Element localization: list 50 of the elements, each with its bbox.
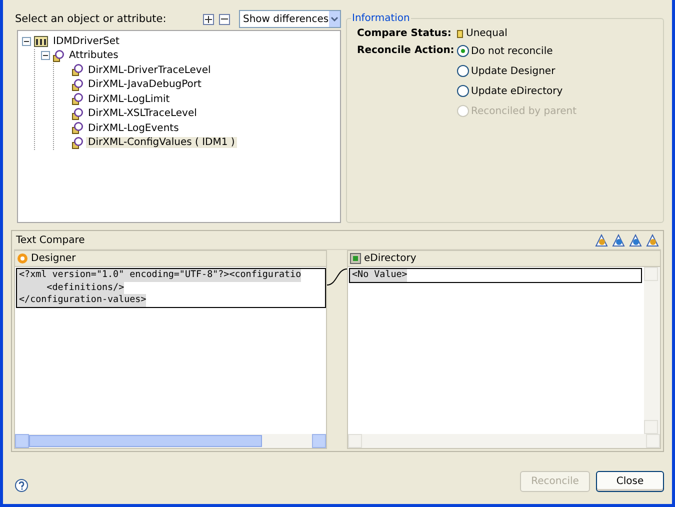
pane-title: eDirectory — [364, 253, 416, 264]
collapse-icon[interactable] — [22, 36, 31, 46]
panel-title: Text Compare — [15, 234, 86, 246]
radio-button[interactable] — [457, 45, 469, 57]
tree-item[interactable]: DirXML-DriverTraceLevel — [86, 64, 213, 76]
tree-item[interactable]: DirXML-JavaDebugPort — [86, 79, 204, 90]
radio-label: Do not reconcile — [471, 46, 553, 56]
horizontal-scrollbar[interactable] — [348, 434, 660, 448]
tree-item[interactable]: DirXML-LogEvents — [86, 122, 181, 134]
diff-connector — [327, 268, 347, 286]
tree-item[interactable]: Attributes — [67, 50, 120, 62]
tree-item[interactable]: DirXML-XSLTraceLevel — [86, 108, 199, 120]
code-view[interactable]: <No Value> — [348, 267, 644, 434]
radio-button[interactable] — [457, 65, 469, 77]
driver-set-icon — [34, 35, 48, 48]
field-label: Reconcile Action: — [357, 45, 456, 56]
group-title: Information — [351, 13, 411, 24]
radio-label: Update Designer — [471, 66, 556, 76]
attribute-icon — [72, 93, 83, 106]
attribute-icon — [72, 64, 83, 76]
status-icon — [457, 30, 463, 38]
chevron-down-icon — [330, 16, 338, 22]
filter-dropdown[interactable]: Show differences — [239, 10, 341, 28]
radio-button[interactable] — [457, 85, 469, 97]
dialog-button[interactable]: Close — [596, 471, 664, 492]
attribute-icon — [72, 78, 83, 91]
plus-icon — [205, 16, 212, 22]
tree-label: Select an object or attribute: — [15, 13, 168, 25]
radio-label: Update eDirectory — [471, 86, 563, 96]
expand-all-button[interactable] — [203, 14, 214, 24]
help-button[interactable] — [15, 479, 28, 492]
collapse-all-button[interactable] — [219, 14, 230, 24]
help-icon — [16, 480, 27, 491]
minus-icon — [221, 16, 228, 22]
pane-title: Designer — [31, 253, 76, 264]
attribute-icon — [72, 108, 83, 120]
code-view[interactable]: <?xml version="1.0" encoding="UTF-8"?><configuratio <definitions/> </configuration-values> — [15, 267, 326, 434]
field-label: Compare Status: — [357, 28, 452, 39]
radio-label: Reconciled by parent — [471, 106, 577, 116]
status-value: Unequal — [466, 28, 508, 39]
vertical-scrollbar[interactable] — [644, 267, 660, 434]
tree-item[interactable]: DirXML-ConfigValues ( IDM1 ) — [86, 137, 237, 148]
attribute-icon — [72, 122, 83, 134]
collapse-icon[interactable] — [41, 51, 50, 60]
tree-item[interactable]: DirXML-LogLimit — [86, 94, 172, 105]
horizontal-scrollbar[interactable] — [15, 434, 326, 448]
attribute-icon — [53, 50, 64, 62]
designer-icon — [17, 253, 28, 264]
attribute-icon — [72, 136, 83, 149]
tree-item[interactable]: IDMDriverSet — [51, 36, 122, 47]
